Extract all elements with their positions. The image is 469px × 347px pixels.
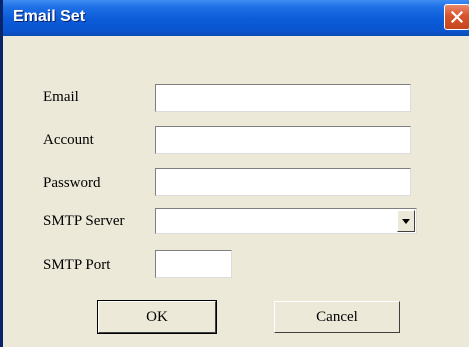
email-set-dialog: Email Set Email Account Password SMTP Se…	[0, 0, 469, 347]
password-label: Password	[43, 175, 101, 191]
cancel-button[interactable]: Cancel	[274, 301, 400, 333]
ok-button[interactable]: OK	[97, 300, 217, 334]
close-icon	[451, 11, 463, 23]
smtp-server-dropdown-button[interactable]	[397, 210, 415, 232]
close-button[interactable]	[444, 4, 469, 30]
smtp-port-label: SMTP Port	[43, 257, 111, 273]
smtp-server-combobox[interactable]	[155, 208, 417, 234]
email-label: Email	[43, 89, 79, 105]
smtp-port-field[interactable]	[155, 250, 232, 278]
account-label: Account	[43, 132, 94, 148]
email-field[interactable]	[155, 84, 411, 112]
dialog-title: Email Set	[13, 8, 86, 25]
account-field[interactable]	[155, 126, 411, 154]
password-field[interactable]	[155, 168, 411, 196]
chevron-down-icon	[402, 219, 410, 224]
smtp-server-label: SMTP Server	[43, 213, 125, 229]
title-bar[interactable]: Email Set	[3, 0, 469, 36]
